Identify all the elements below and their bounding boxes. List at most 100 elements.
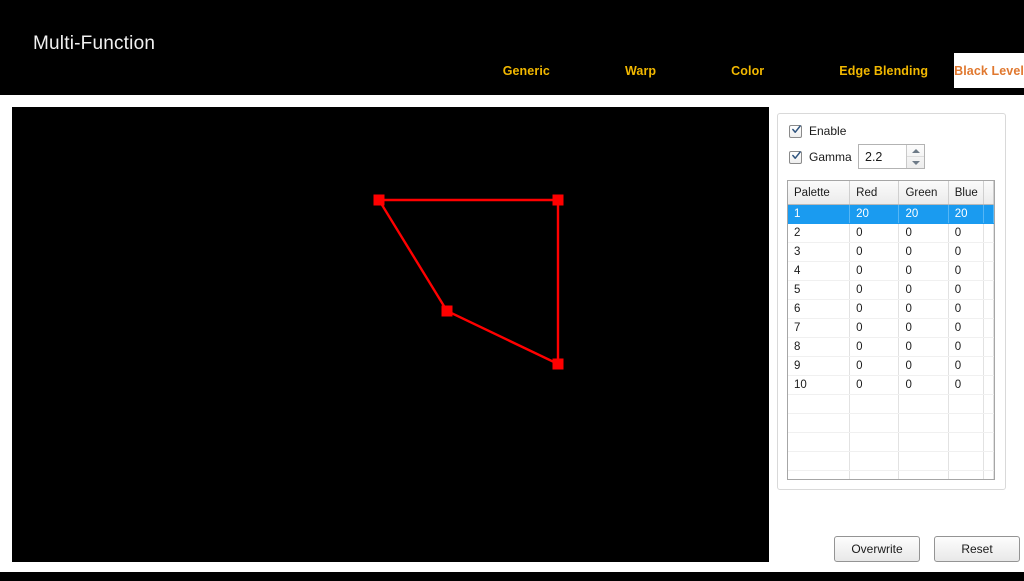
table-row[interactable] [788,394,994,414]
enable-row[interactable]: Enable [789,124,846,138]
cell-green[interactable]: 0 [898,356,949,376]
cell-red[interactable]: 0 [849,375,900,395]
cell-green[interactable] [898,451,949,471]
cell-palette[interactable]: 9 [788,356,851,376]
gamma-increment-button[interactable] [907,145,924,157]
table-row[interactable] [788,432,994,452]
cell-blue[interactable]: 20 [948,204,984,224]
table-row[interactable] [788,413,994,433]
cell-red[interactable]: 0 [849,261,900,281]
cell-red[interactable]: 0 [849,299,900,319]
cell-red[interactable]: 0 [849,223,900,243]
cell-green[interactable]: 0 [898,299,949,319]
cell-red[interactable]: 0 [849,280,900,300]
table-row[interactable]: 10 0 0 0 [788,375,994,395]
cell-green[interactable]: 0 [898,318,949,338]
cell-palette[interactable] [788,451,851,471]
cell-blue[interactable]: 0 [948,242,984,262]
cell-red[interactable] [849,432,900,452]
cell-green[interactable]: 0 [898,375,949,395]
table-row[interactable]: 6000 [788,299,994,319]
cell-green[interactable] [898,413,949,433]
table-row[interactable]: 2000 [788,223,994,243]
cell-green[interactable]: 0 [898,280,949,300]
cell-red[interactable]: 20 [849,204,900,224]
cell-red[interactable] [849,413,900,433]
cell-palette[interactable]: 8 [788,337,851,357]
vertex-handle-4[interactable] [441,305,453,317]
overwrite-button[interactable]: Overwrite [834,536,920,562]
gamma-decrement-button[interactable] [907,157,924,168]
palette-table-container[interactable]: Palette Red Green Blue 1 20 20 20 2 0 0 0 3 0 0 0 4 0… [787,180,995,480]
tab-black-level[interactable]: Black Level [954,53,1024,88]
tab-generic[interactable]: Generic [489,53,564,88]
cell-palette[interactable]: 3 [788,242,851,262]
cell-blue[interactable]: 0 [948,261,984,281]
cell-blue[interactable] [948,413,984,433]
cell-palette[interactable] [788,470,851,479]
cell-green[interactable]: 0 [898,261,949,281]
cell-red[interactable] [849,451,900,471]
column-header-red[interactable]: Red [849,181,900,205]
cell-red[interactable]: 0 [849,318,900,338]
cell-palette[interactable]: 7 [788,318,851,338]
cell-palette[interactable]: 1 [788,204,851,224]
table-row[interactable]: 4000 [788,261,994,281]
column-header-palette[interactable]: Palette [788,181,851,205]
cell-blue[interactable]: 0 [948,318,984,338]
cell-green[interactable]: 0 [898,337,949,357]
table-row[interactable]: 1 20 20 20 [788,204,994,224]
cell-palette[interactable]: 5 [788,280,851,300]
cell-palette[interactable]: 4 [788,261,851,281]
cell-green[interactable]: 0 [898,242,949,262]
cell-palette[interactable]: 10 [788,375,851,395]
cell-red[interactable]: 0 [849,356,900,376]
cell-blue[interactable]: 0 [948,299,984,319]
table-row[interactable] [788,451,994,471]
gamma-stepper-arrows[interactable] [906,145,924,168]
table-row[interactable] [788,470,994,479]
table-row[interactable]: 3000 [788,242,994,262]
table-row[interactable]: 5000 [788,280,994,300]
table-row[interactable]: 8000 [788,337,994,357]
cell-blue[interactable]: 0 [948,337,984,357]
region-vertex-handles[interactable] [373,194,564,370]
column-header-blue[interactable]: Blue [948,181,984,205]
black-level-region-polygon[interactable] [376,198,560,366]
cell-blue[interactable] [948,432,984,452]
cell-green[interactable]: 0 [898,223,949,243]
black-level-preview-canvas[interactable] [12,107,769,562]
cell-palette[interactable]: 6 [788,299,851,319]
enable-checkbox[interactable] [789,124,802,138]
cell-blue[interactable]: 0 [948,356,984,376]
gamma-stepper[interactable]: 2.2 [858,144,925,169]
cell-blue[interactable]: 0 [948,223,984,243]
table-row[interactable]: 9000 [788,356,994,376]
cell-blue[interactable] [948,470,984,479]
reset-button[interactable]: Reset [934,536,1020,562]
cell-blue[interactable] [948,451,984,471]
cell-green[interactable] [898,432,949,452]
cell-red[interactable]: 0 [849,337,900,357]
tab-edge-blending[interactable]: Edge Blending [825,53,942,88]
table-row[interactable]: 7000 [788,318,994,338]
tab-warp[interactable]: Warp [611,53,670,88]
cell-blue[interactable]: 0 [948,280,984,300]
cell-blue[interactable]: 0 [948,375,984,395]
vertex-handle-2[interactable] [552,194,564,206]
cell-blue[interactable] [948,394,984,414]
cell-palette[interactable] [788,394,851,414]
tab-color[interactable]: Color [717,53,778,88]
vertex-handle-3[interactable] [552,358,564,370]
cell-palette[interactable] [788,432,851,452]
column-header-green[interactable]: Green [898,181,949,205]
gamma-value[interactable]: 2.2 [859,145,906,168]
cell-red[interactable] [849,470,900,479]
cell-green[interactable]: 20 [898,204,949,224]
gamma-row[interactable]: Gamma [789,150,852,164]
cell-red[interactable] [849,394,900,414]
vertex-handle-1[interactable] [373,194,385,206]
gamma-checkbox[interactable] [789,150,802,164]
cell-green[interactable] [898,394,949,414]
cell-red[interactable]: 0 [849,242,900,262]
